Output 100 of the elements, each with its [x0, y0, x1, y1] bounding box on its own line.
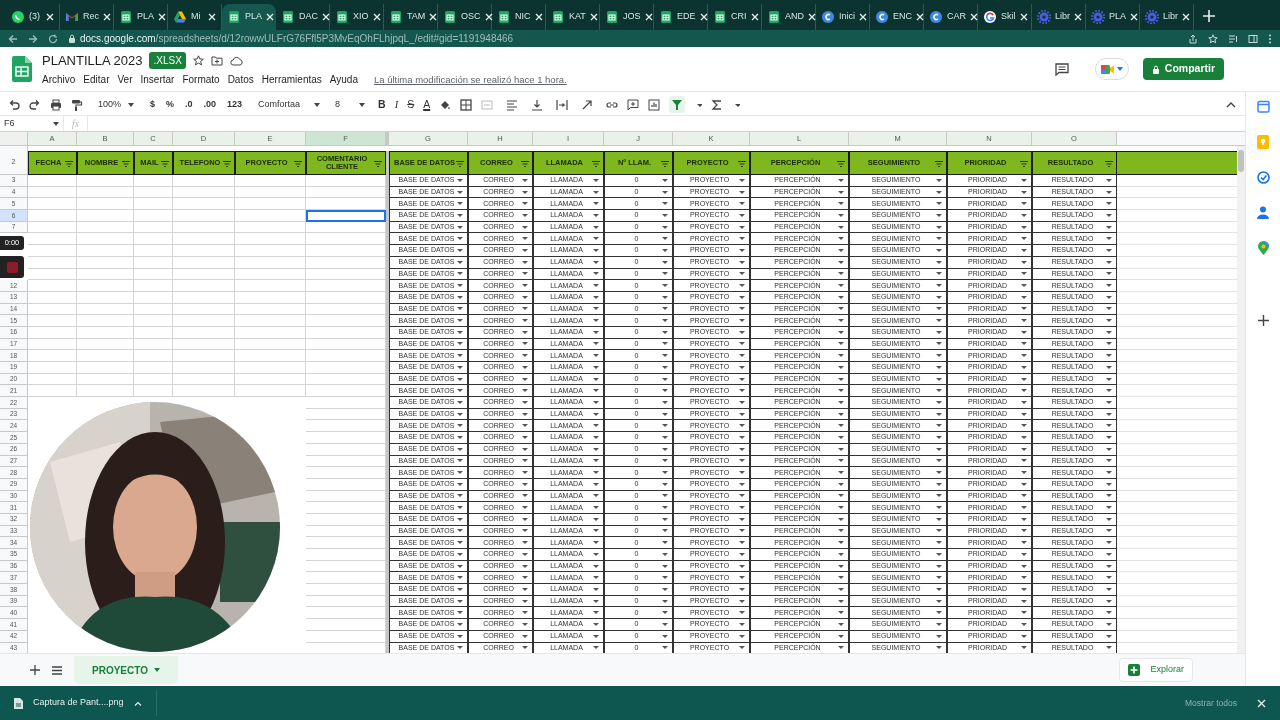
list-icon[interactable]	[52, 665, 62, 675]
empty-cell[interactable]	[77, 186, 134, 199]
empty-cell[interactable]	[77, 175, 134, 187]
close-icon[interactable]	[158, 13, 166, 21]
close-icon[interactable]	[322, 13, 330, 21]
empty-cell[interactable]	[134, 315, 173, 327]
menu-item[interactable]: Archivo	[42, 72, 76, 88]
playlist-icon[interactable]	[1228, 33, 1238, 44]
print-icon[interactable]	[50, 98, 62, 111]
redo-icon[interactable]	[29, 98, 41, 111]
menu-item[interactable]: Ver	[117, 72, 133, 88]
folder-icon[interactable]	[210, 55, 223, 66]
empty-cell[interactable]	[77, 326, 134, 339]
empty-cell[interactable]	[77, 256, 134, 269]
empty-cell[interactable]	[28, 245, 77, 257]
empty-cell[interactable]	[235, 326, 306, 339]
filter-icon[interactable]	[122, 161, 130, 167]
empty-cell[interactable]	[173, 268, 235, 281]
close-icon[interactable]	[1130, 13, 1138, 21]
map-pin-icon[interactable]	[1257, 241, 1269, 255]
empty-cell[interactable]	[77, 385, 134, 398]
paint-roller-icon[interactable]	[71, 98, 83, 111]
back-icon[interactable]	[8, 33, 18, 44]
empty-cell[interactable]	[173, 362, 235, 374]
empty-cell[interactable]	[173, 385, 235, 398]
close-icon[interactable]	[484, 13, 493, 21]
format-button[interactable]: %	[165, 97, 176, 112]
filter-icon[interactable]	[661, 161, 669, 167]
close-icon[interactable]	[1019, 13, 1028, 21]
empty-cell[interactable]	[235, 268, 306, 281]
close-icon[interactable]	[429, 13, 438, 21]
menu-item[interactable]: Formato	[182, 72, 220, 88]
close-icon[interactable]	[534, 13, 543, 21]
empty-cell[interactable]	[134, 245, 173, 257]
empty-cell[interactable]	[77, 245, 134, 257]
close-icon[interactable]	[1257, 698, 1266, 708]
star-icon[interactable]	[192, 55, 204, 66]
empty-cell[interactable]	[235, 186, 306, 199]
empty-cell[interactable]	[134, 256, 173, 269]
filter-icon[interactable]	[456, 161, 464, 167]
filter-button[interactable]	[669, 96, 686, 113]
person-icon[interactable]	[1257, 206, 1269, 219]
empty-cell[interactable]	[235, 175, 306, 187]
empty-cell[interactable]	[134, 280, 173, 292]
text-color-button[interactable]: A	[423, 96, 431, 113]
empty-cell[interactable]	[77, 315, 134, 327]
font-size-dropdown[interactable]: 8	[335, 95, 366, 114]
close-icon[interactable]	[808, 13, 816, 21]
format-button[interactable]: .0	[184, 97, 194, 112]
spreadsheet-logo-icon[interactable]	[12, 56, 32, 82]
menu-item[interactable]: Herramientas	[261, 72, 322, 88]
empty-cell[interactable]	[134, 221, 173, 234]
cloud-icon[interactable]	[229, 55, 243, 66]
empty-cell[interactable]	[173, 291, 235, 304]
empty-cell[interactable]	[173, 221, 235, 234]
empty-cell[interactable]	[173, 256, 235, 269]
zoom-dropdown[interactable]: 100%	[98, 95, 134, 114]
empty-cell[interactable]	[235, 338, 306, 351]
show-all-link[interactable]: Mostrar todos	[1185, 696, 1237, 710]
empty-cell[interactable]	[77, 350, 134, 362]
empty-cell[interactable]	[134, 373, 173, 386]
filter-icon[interactable]	[738, 161, 746, 167]
empty-cell[interactable]	[28, 233, 77, 246]
empty-cell[interactable]	[28, 256, 77, 269]
empty-cell[interactable]	[77, 373, 134, 386]
empty-cell[interactable]	[173, 210, 235, 222]
sidebar-icon[interactable]	[1248, 33, 1258, 44]
forward-icon[interactable]	[28, 33, 38, 44]
filter-icon[interactable]	[374, 161, 382, 167]
empty-cell[interactable]	[134, 210, 173, 222]
empty-cell[interactable]	[235, 245, 306, 257]
empty-cell[interactable]	[173, 303, 235, 316]
empty-cell[interactable]	[235, 385, 306, 398]
close-icon[interactable]	[699, 13, 708, 21]
note-icon[interactable]	[1257, 135, 1269, 149]
menu-item[interactable]: Ayuda	[329, 72, 358, 88]
strikethrough-button[interactable]: S	[407, 96, 415, 113]
empty-cell[interactable]	[173, 350, 235, 362]
empty-cell[interactable]	[134, 326, 173, 339]
close-icon[interactable]	[916, 13, 924, 21]
empty-cell[interactable]	[134, 291, 173, 304]
empty-cell[interactable]	[77, 233, 134, 246]
last-edit-link[interactable]: La última modificación se realizó hace 1 hora.	[374, 72, 567, 87]
plus-icon[interactable]	[30, 665, 40, 675]
format-button[interactable]: $	[149, 97, 156, 112]
format-button[interactable]: 123	[226, 97, 244, 112]
share-button[interactable]: Compartir	[1142, 58, 1224, 80]
empty-cell[interactable]	[77, 198, 134, 211]
empty-cell[interactable]	[235, 303, 306, 316]
empty-cell[interactable]	[77, 210, 134, 222]
empty-cell[interactable]	[134, 233, 173, 246]
menu-item[interactable]: Editar	[83, 72, 110, 88]
bold-button[interactable]: B	[378, 96, 386, 113]
row-header[interactable]	[0, 146, 28, 151]
sum-icon[interactable]	[711, 98, 724, 111]
close-icon[interactable]	[46, 13, 54, 21]
selected-cell[interactable]	[306, 210, 386, 222]
browser-tab[interactable]: PLA	[222, 4, 276, 30]
menu-item[interactable]: Datos	[227, 72, 254, 88]
empty-cell[interactable]	[77, 303, 134, 316]
